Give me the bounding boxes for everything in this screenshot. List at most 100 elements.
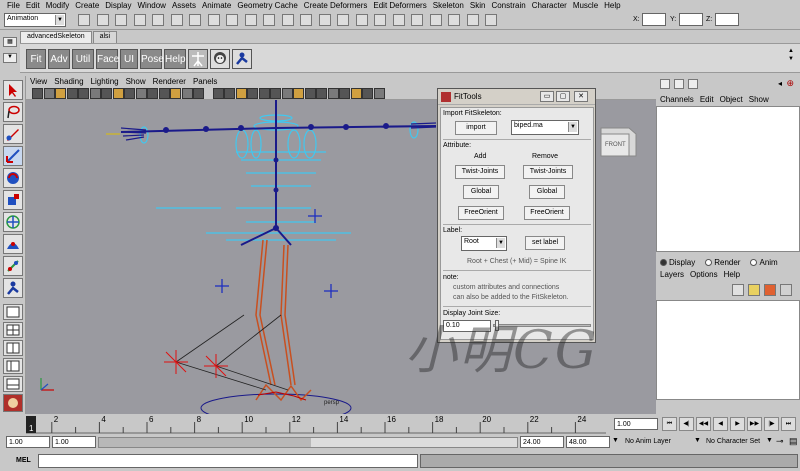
go-to-end-icon[interactable]: ⏭ [781,417,796,431]
four-view-layout-icon[interactable] [3,322,23,338]
menu-assets[interactable]: Assets [171,1,201,10]
go-to-start-icon[interactable]: ⏮ [662,417,677,431]
open-scene-icon[interactable] [96,14,109,26]
menu-animate[interactable]: Animate [201,1,236,10]
make-live-icon[interactable] [318,14,331,26]
save-scene-icon[interactable] [115,14,127,26]
shelf-button-help[interactable]: Help [164,49,186,69]
maximize-button[interactable]: ▢ [556,91,570,102]
face-picture-icon[interactable] [210,49,230,69]
menu-constrain[interactable]: Constrain [490,1,530,10]
persp-outliner-layout-icon[interactable] [3,358,23,374]
panel-toolbar-button-icon[interactable] [247,88,258,99]
select-hierarchy-icon[interactable] [152,14,164,26]
panel-toolbar-button-icon[interactable] [43,88,55,99]
panel-toolbar-button-icon[interactable] [224,88,235,99]
layer-radio-render[interactable]: Render [705,258,740,267]
panel-toolbar-button-icon[interactable] [304,88,316,99]
preferences-icon[interactable]: ▤ [789,436,798,447]
shelf-button-face[interactable]: Face [96,49,119,69]
panel-toolbar-button-icon[interactable] [373,88,385,99]
undo-icon[interactable] [133,14,146,26]
panel-menu-lighting[interactable]: Lighting [91,77,119,86]
layer-radio-anim[interactable]: Anim [750,258,778,267]
channelbox-menu-channels[interactable]: Channels [660,95,694,104]
layer-extra-icon[interactable] [780,284,792,296]
shelf-button-util[interactable]: Util [72,49,94,69]
add-global-button[interactable]: Global [463,185,499,199]
menu-help[interactable]: Help [603,1,625,10]
two-view-layout-icon[interactable] [3,340,23,356]
new-scene-icon[interactable] [78,14,90,26]
mode-dropdown[interactable]: Animation ▼ [4,13,66,27]
layer-menu-help[interactable]: Help [724,270,740,279]
panel-toolbar-button-icon[interactable] [339,88,350,99]
show-attribute-editor-icon[interactable] [466,14,479,26]
channelbox-menu-show[interactable]: Show [749,95,769,104]
menu-display[interactable]: Display [104,1,136,10]
chevron-down-icon[interactable]: ▼ [694,437,701,444]
current-frame-field[interactable]: 1.00 [614,418,658,430]
panel-menu-shading[interactable]: Shading [54,77,83,86]
z-field[interactable] [715,13,739,26]
render-settings-icon[interactable] [429,14,442,26]
x-field[interactable] [642,13,666,26]
layer-menu-options[interactable]: Options [690,270,718,279]
mel-label[interactable]: MEL [16,457,31,464]
animation-start-field[interactable]: 1.00 [6,436,50,448]
hypershade-icon[interactable] [3,394,23,412]
menu-modify[interactable]: Modify [45,1,75,10]
range-slider-handle[interactable] [99,438,311,447]
shelf-tab-advancedskeleton[interactable]: advancedSkeleton [20,31,92,43]
menu-edit[interactable]: Edit [25,1,45,10]
playback-end-field[interactable]: 24.00 [520,436,564,448]
panel-toolbar-button-icon[interactable] [158,88,170,99]
snap-curve-icon[interactable] [263,14,275,26]
panel-toolbar-button-icon[interactable] [89,88,101,99]
remove-twist-joints-button[interactable]: Twist-Joints [523,165,573,179]
rotate-tool-icon[interactable] [3,168,23,188]
channelbox-menu-object[interactable]: Object [720,95,743,104]
panel-toolbar-button-icon[interactable] [316,88,327,99]
menu-character[interactable]: Character [531,1,572,10]
new-layer-icon[interactable] [732,284,744,296]
panel-toolbar-button-icon[interactable] [101,88,112,99]
play-backwards-icon[interactable]: ◀ [713,417,728,431]
paint-select-tool-icon[interactable] [3,124,23,144]
select-tool-icon[interactable] [3,80,23,100]
shelf-button-fit[interactable]: Fit [26,49,46,69]
persp-graph-layout-icon[interactable] [3,376,23,392]
snap-plane-icon[interactable] [300,14,312,26]
import-button[interactable]: import [455,121,497,135]
menu-geometry-cache[interactable]: Geometry Cache [236,1,302,10]
panel-toolbar-button-icon[interactable] [147,88,158,99]
panel-toolbar-button-icon[interactable] [270,88,281,99]
layer-menu-layers[interactable]: Layers [660,270,684,279]
panel-toolbar-button-icon[interactable] [235,88,247,99]
panel-toolbar-button-icon[interactable] [212,88,224,99]
fittools-titlebar[interactable]: FitTools ▭ ▢ ✕ [438,89,595,105]
chevron-down-icon[interactable]: ▼ [612,437,619,444]
joint-tool-icon[interactable] [232,49,252,69]
snap-point-icon[interactable] [281,14,294,26]
close-button[interactable]: ✕ [574,91,588,102]
construction-history-icon[interactable] [374,14,386,26]
add-twist-joints-button[interactable]: Twist-Joints [455,165,505,179]
shelf-button-adv[interactable]: Adv [48,49,70,69]
viewcube-label[interactable]: FRONT [605,142,626,148]
step-forward-key-icon[interactable]: |▶ [764,417,779,431]
minimize-button[interactable]: ▭ [540,91,554,102]
panel-toolbar-button-icon[interactable] [55,88,66,99]
input-history-icon[interactable] [337,14,349,26]
menu-muscle[interactable]: Muscle [572,1,603,10]
output-history-icon[interactable] [355,14,368,26]
shelf-dropdown-icon[interactable]: ▼ [3,53,17,63]
snap-grid-icon[interactable] [244,14,257,26]
remove-freeorient-button[interactable]: FreeOrient [524,206,570,220]
scale-tool-icon[interactable] [3,190,23,210]
expand-icon[interactable]: ⊕ [786,78,794,89]
shelf-tab-alsi[interactable]: alsi [92,31,118,43]
select-object-icon[interactable] [170,14,183,26]
menu-edit-deformers[interactable]: Edit Deformers [372,1,431,10]
sign-icon[interactable]: ◂ [778,79,782,88]
